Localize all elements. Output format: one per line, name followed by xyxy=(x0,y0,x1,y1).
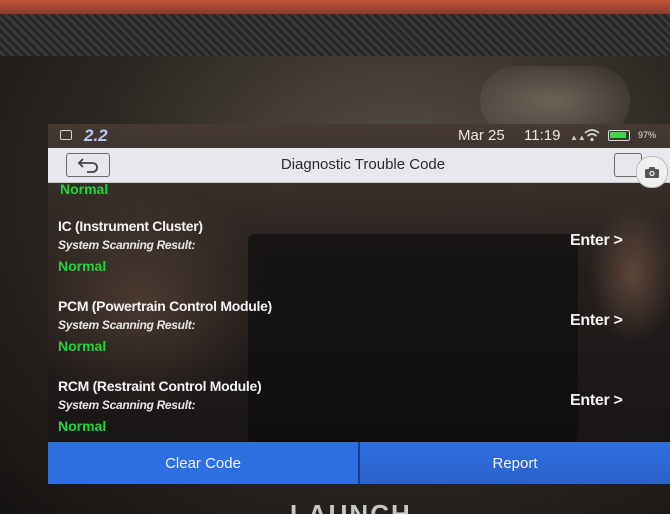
battery-icon xyxy=(608,130,630,141)
photo-icon xyxy=(60,130,72,140)
back-button[interactable] xyxy=(66,153,110,177)
status-bar: 2.2 Mar 25 11:19 ▲▲ 97% xyxy=(48,124,670,148)
module-name: RCM (Restraint Control Module) xyxy=(58,378,262,394)
module-status: Normal xyxy=(58,258,107,274)
device-brand-logo: LAUNCH xyxy=(290,499,412,514)
module-status: Normal xyxy=(58,338,107,354)
status-time: 11:19 xyxy=(524,127,561,144)
tablet-screen: 2.2 Mar 25 11:19 ▲▲ 97% Diagnostic Troub… xyxy=(48,124,670,484)
module-status: Normal xyxy=(58,418,107,434)
module-list: Normal IC (Instrument Cluster) System Sc… xyxy=(48,182,670,442)
enter-button[interactable]: Enter > xyxy=(570,392,623,410)
report-button[interactable]: Report xyxy=(360,442,670,484)
module-subtitle: System Scanning Result: xyxy=(58,398,196,412)
list-item-ic[interactable]: IC (Instrument Cluster) System Scanning … xyxy=(48,218,670,298)
enter-button[interactable]: Enter > xyxy=(570,312,623,330)
page-title: Diagnostic Trouble Code xyxy=(280,156,446,173)
battery-percent: 97% xyxy=(638,130,657,140)
title-bar: Diagnostic Trouble Code xyxy=(48,148,670,183)
module-name: PCM (Powertrain Control Module) xyxy=(58,298,272,314)
device-housing-top xyxy=(0,0,670,62)
module-status: Normal xyxy=(60,182,109,194)
clear-code-button[interactable]: Clear Code xyxy=(48,442,358,484)
list-item-pcm[interactable]: PCM (Powertrain Control Module) System S… xyxy=(48,298,670,378)
module-subtitle: System Scanning Result: xyxy=(58,238,196,252)
enter-button[interactable]: Enter > xyxy=(570,232,623,250)
status-date: Mar 25 xyxy=(458,127,505,144)
wifi-icon xyxy=(584,129,600,142)
camera-icon xyxy=(645,166,659,178)
bottom-action-bar: Clear Code Report xyxy=(48,442,670,484)
status-indicator: 2.2 xyxy=(84,126,108,145)
module-name: IC (Instrument Cluster) xyxy=(58,218,203,234)
battery-level xyxy=(610,132,627,138)
module-subtitle: System Scanning Result: xyxy=(58,318,196,332)
back-arrow-icon xyxy=(77,158,98,173)
